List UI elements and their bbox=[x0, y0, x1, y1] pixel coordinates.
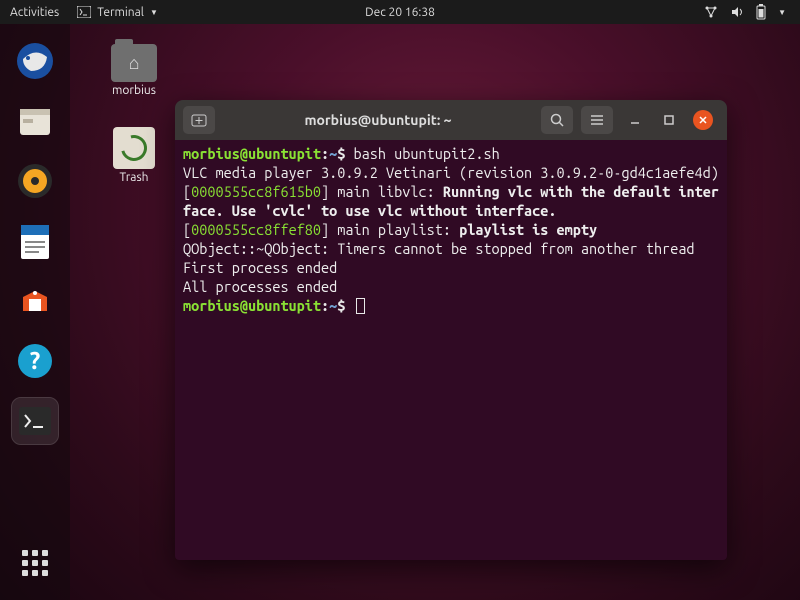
log-address: 0000555cc8ffef80 bbox=[191, 221, 321, 238]
maximize-button[interactable] bbox=[659, 110, 679, 130]
dock-software[interactable] bbox=[12, 278, 58, 324]
desktop-home-label: morbius bbox=[112, 84, 156, 97]
log-address: 0000555cc8f615b0 bbox=[191, 183, 321, 200]
dock-help[interactable]: ? bbox=[12, 338, 58, 384]
prompt-user: morbius@ubuntupit bbox=[183, 145, 321, 162]
dock-rhythmbox[interactable] bbox=[12, 158, 58, 204]
terminal-body[interactable]: morbius@ubuntupit:~$ bash ubuntupit2.sh … bbox=[175, 140, 727, 560]
active-app-label: Terminal bbox=[97, 6, 144, 19]
prompt-sep: : bbox=[321, 297, 329, 314]
desktop-home-folder[interactable]: ⌂ morbius bbox=[100, 44, 168, 97]
desktop-trash-label: Trash bbox=[119, 171, 148, 184]
dock-terminal[interactable] bbox=[12, 398, 58, 444]
window-title: morbius@ubuntupit: ~ bbox=[223, 112, 533, 128]
battery-icon[interactable] bbox=[756, 4, 766, 20]
activities-button[interactable]: Activities bbox=[10, 6, 59, 19]
top-bar: Activities Terminal ▼ Dec 20 16:38 ▼ bbox=[0, 0, 800, 24]
minimize-icon bbox=[629, 114, 641, 126]
output-line: ] main playlist: bbox=[321, 221, 459, 238]
network-icon[interactable] bbox=[704, 5, 718, 19]
chevron-down-icon: ▼ bbox=[150, 8, 158, 17]
volume-icon[interactable] bbox=[730, 5, 744, 19]
hamburger-icon bbox=[589, 113, 605, 127]
maximize-icon bbox=[663, 114, 675, 126]
search-button[interactable] bbox=[541, 106, 573, 134]
recycle-icon bbox=[116, 130, 152, 166]
dock-libreoffice-writer[interactable] bbox=[12, 218, 58, 264]
home-icon: ⌂ bbox=[129, 53, 140, 74]
dock: ? bbox=[0, 24, 70, 600]
close-icon bbox=[697, 114, 709, 126]
system-menu-caret-icon[interactable]: ▼ bbox=[778, 8, 786, 17]
output-line: First process ended bbox=[183, 259, 337, 276]
prompt-dollar: $ bbox=[337, 145, 345, 162]
clock[interactable]: Dec 20 16:38 bbox=[365, 6, 435, 19]
new-tab-icon bbox=[191, 113, 207, 127]
cursor bbox=[356, 298, 365, 314]
apps-grid-icon bbox=[22, 550, 48, 576]
titlebar[interactable]: morbius@ubuntupit: ~ bbox=[175, 100, 727, 140]
desktop-icons: ⌂ morbius Trash bbox=[100, 44, 168, 184]
svg-text:?: ? bbox=[30, 347, 41, 374]
active-app-menu[interactable]: Terminal ▼ bbox=[77, 6, 158, 19]
prompt-user: morbius@ubuntupit bbox=[183, 297, 321, 314]
search-icon bbox=[549, 112, 565, 128]
prompt-dollar: $ bbox=[337, 297, 345, 314]
terminal-icon bbox=[77, 6, 91, 18]
close-button[interactable] bbox=[693, 110, 713, 130]
new-tab-button[interactable] bbox=[183, 106, 215, 134]
command-text: bash ubuntupit2.sh bbox=[354, 145, 500, 162]
output-line: QObject::~QObject: Timers cannot be stop… bbox=[183, 240, 695, 257]
dock-show-applications[interactable] bbox=[12, 540, 58, 586]
menu-button[interactable] bbox=[581, 106, 613, 134]
desktop-trash[interactable]: Trash bbox=[100, 127, 168, 184]
dock-thunderbird[interactable] bbox=[12, 38, 58, 84]
dock-files[interactable] bbox=[12, 98, 58, 144]
output-line: ] main libvlc: bbox=[321, 183, 443, 200]
output-line: [ bbox=[183, 183, 191, 200]
output-line: [ bbox=[183, 221, 191, 238]
terminal-window: morbius@ubuntupit: ~ morbius@ubuntupit:~… bbox=[175, 100, 727, 560]
output-line: playlist is empty bbox=[459, 221, 597, 238]
minimize-button[interactable] bbox=[625, 110, 645, 130]
output-line: All processes ended bbox=[183, 278, 337, 295]
prompt-sep: : bbox=[321, 145, 329, 162]
output-line: VLC media player 3.0.9.2 Vetinari (revis… bbox=[183, 164, 719, 181]
